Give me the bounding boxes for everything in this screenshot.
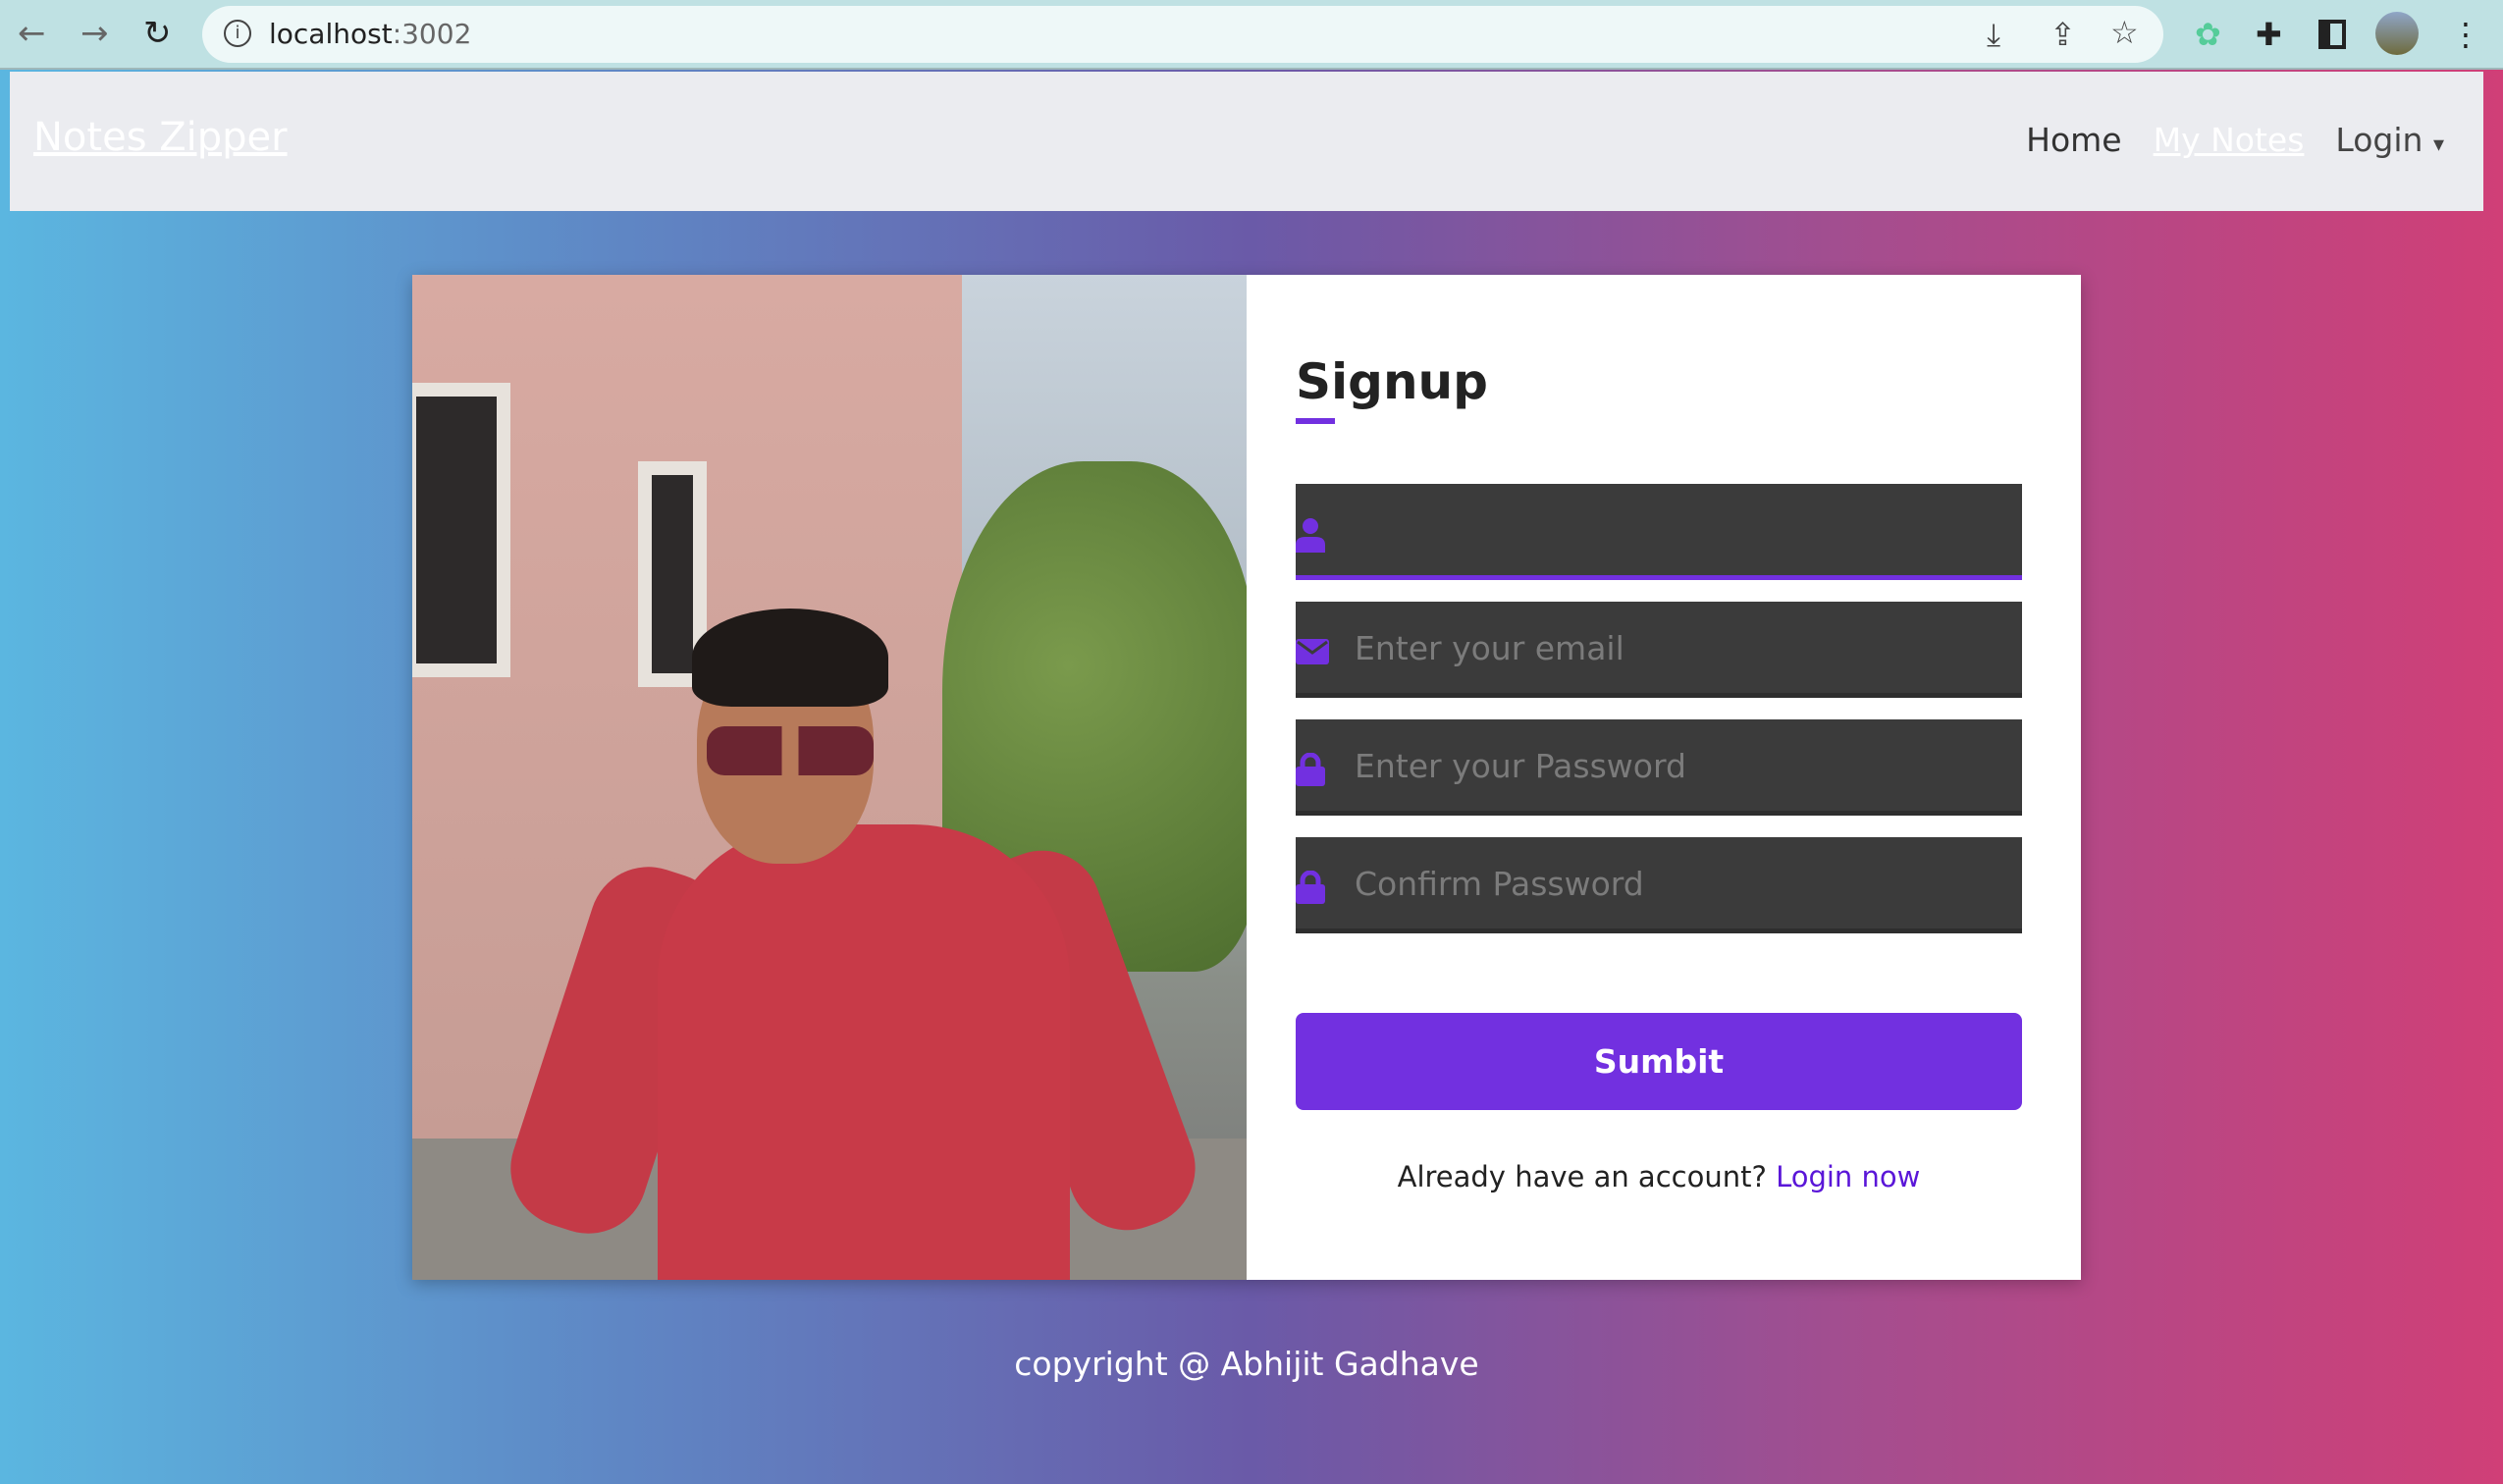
lock-icon <box>1296 871 1325 904</box>
nav-home[interactable]: Home <box>2026 121 2121 159</box>
share-icon[interactable]: ⇪ <box>2050 16 2076 53</box>
confirm-password-input[interactable]: Confirm Password <box>1296 837 2022 933</box>
puzzle-icon[interactable]: ✚ <box>2256 16 2282 53</box>
reload-icon[interactable]: ↻ <box>143 14 172 53</box>
navbar: Notes Zipper Home My Notes Login ▾ <box>10 72 2483 211</box>
browser-toolbar: ← → ↻ i localhost:3002 ⤓ ⇪ ☆ ✿ ✚ ⋮ <box>0 0 2503 70</box>
menu-icon[interactable]: ⋮ <box>2450 16 2481 53</box>
nav-my-notes[interactable]: My Notes <box>2154 121 2305 159</box>
title-underline <box>1296 418 1335 424</box>
star-icon[interactable]: ☆ <box>2110 14 2139 51</box>
side-panel-icon[interactable] <box>2318 20 2346 49</box>
extension-icon[interactable]: ✿ <box>2195 16 2221 53</box>
email-input[interactable]: Enter your email <box>1296 602 2022 698</box>
signup-card: Signup Enter your email Enter your Passw… <box>412 275 2081 1280</box>
profile-photo <box>412 275 1247 1280</box>
name-input[interactable] <box>1296 484 2022 580</box>
page-title: Signup <box>1296 353 1488 410</box>
info-icon[interactable]: i <box>224 20 251 47</box>
avatar[interactable] <box>2375 12 2419 55</box>
envelope-icon <box>1296 639 1329 664</box>
back-icon[interactable]: ← <box>18 14 46 53</box>
password-input[interactable]: Enter your Password <box>1296 719 2022 816</box>
lock-icon <box>1296 753 1325 786</box>
caret-down-icon: ▾ <box>2432 132 2444 157</box>
login-now-link[interactable]: Login now <box>1776 1160 1920 1193</box>
address-bar[interactable]: i localhost:3002 ⤓ ⇪ ☆ <box>202 6 2163 63</box>
install-icon[interactable]: ⤓ <box>1987 16 2000 54</box>
login-prompt: Already have an account? Login now <box>1397 1160 1921 1193</box>
user-icon <box>1296 518 1325 553</box>
url-text: localhost:3002 <box>269 18 472 50</box>
brand-link[interactable]: Notes Zipper <box>33 115 288 160</box>
submit-button[interactable]: Sumbit <box>1296 1013 2022 1110</box>
forward-icon[interactable]: → <box>80 14 109 53</box>
nav-login-dropdown[interactable]: Login ▾ <box>2335 121 2444 159</box>
footer-copyright: copyright @ Abhijit Gadhave <box>1014 1345 1479 1383</box>
